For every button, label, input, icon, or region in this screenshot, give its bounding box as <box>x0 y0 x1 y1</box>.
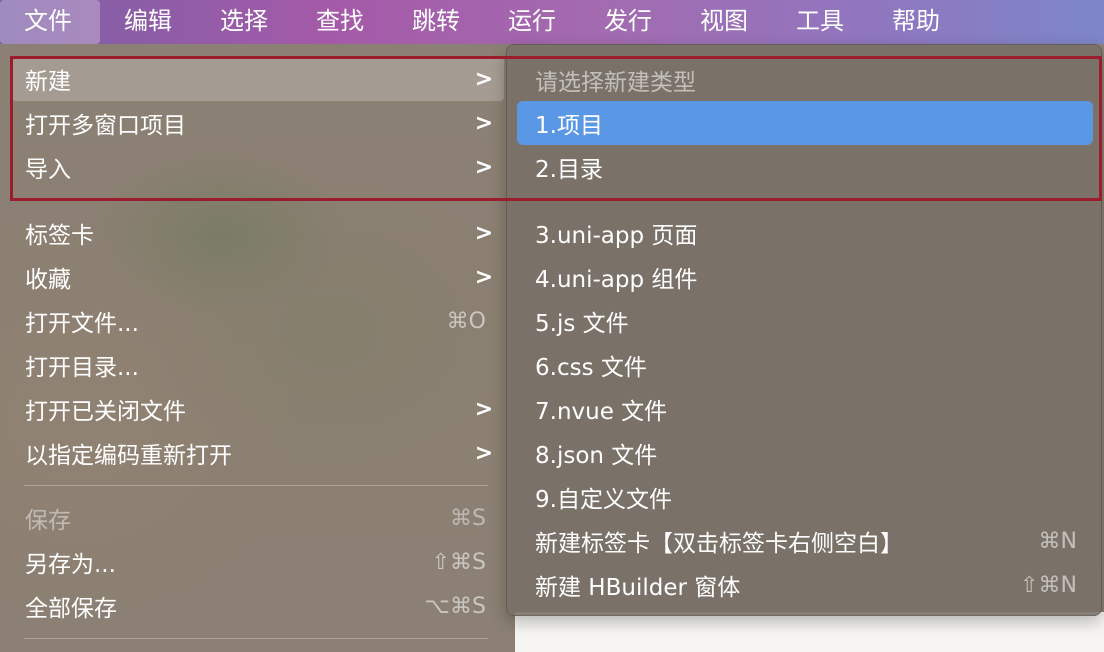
submenu-item-label: 2.目录 <box>535 157 603 183</box>
chevron-right-icon: > <box>474 220 494 246</box>
menu-item-save-as[interactable]: 另存为... ⇧⌘S <box>12 540 504 584</box>
menu-item-label: 打开已关闭文件 <box>25 399 186 425</box>
menu-item-open-closed-file[interactable]: 打开已关闭文件 > <box>12 387 504 431</box>
menu-item-label: 以指定编码重新打开 <box>25 443 232 469</box>
submenu-item-uniapp-page[interactable]: 3.uni-app 页面 <box>517 211 1093 255</box>
menu-separator <box>24 638 488 639</box>
menubar-edit[interactable]: 编辑 <box>100 0 196 44</box>
submenu-item-custom-file[interactable]: 9.自定义文件 <box>517 475 1093 519</box>
file-menu: 新建 > 打开多窗口项目 > 导入 > 标签卡 > 收藏 > 打开文件... ⌘… <box>0 44 515 652</box>
menu-item-open-directory[interactable]: 打开目录... <box>12 343 504 387</box>
menubar-run[interactable]: 运行 <box>484 0 580 44</box>
menu-item-label: 打开文件... <box>25 311 139 337</box>
menubar-goto[interactable]: 跳转 <box>388 0 484 44</box>
menu-item-label: 标签卡 <box>25 223 94 249</box>
menubar-select[interactable]: 选择 <box>196 0 292 44</box>
chevron-right-icon: > <box>474 110 494 136</box>
menu-item-favorites[interactable]: 收藏 > <box>12 255 504 299</box>
shortcut-label: ⌘S <box>450 505 486 531</box>
submenu-item-json-file[interactable]: 8.json 文件 <box>517 431 1093 475</box>
menu-item-label: 收藏 <box>25 267 71 293</box>
chevron-right-icon: > <box>474 440 494 466</box>
menu-item-label: 保存 <box>25 508 71 534</box>
submenu-item-project[interactable]: 1.项目 <box>517 101 1093 145</box>
menu-item-label: 导入 <box>25 157 71 183</box>
chevron-right-icon: > <box>474 264 494 290</box>
submenu-separator <box>525 200 1085 201</box>
submenu-header-label: 请选择新建类型 <box>535 70 696 96</box>
chevron-right-icon: > <box>474 154 494 180</box>
menubar-find[interactable]: 查找 <box>292 0 388 44</box>
menubar-help[interactable]: 帮助 <box>868 0 964 44</box>
shortcut-label: ⇧⌘N <box>1020 572 1077 598</box>
menu-item-open-file[interactable]: 打开文件... ⌘O <box>12 299 504 343</box>
submenu-item-label: 9.自定义文件 <box>535 487 672 513</box>
menu-separator <box>24 199 488 200</box>
submenu-item-js-file[interactable]: 5.js 文件 <box>517 299 1093 343</box>
menubar-file[interactable]: 文件 <box>0 0 100 44</box>
menu-item-open-multi-window-project[interactable]: 打开多窗口项目 > <box>12 101 504 145</box>
submenu-item-label: 5.js 文件 <box>535 311 629 337</box>
menubar-publish[interactable]: 发行 <box>580 0 676 44</box>
submenu-item-label: 1.项目 <box>535 113 603 139</box>
submenu-item-uniapp-component[interactable]: 4.uni-app 组件 <box>517 255 1093 299</box>
submenu-item-label: 8.json 文件 <box>535 443 658 469</box>
menu-item-label: 打开目录... <box>25 355 139 381</box>
shortcut-label: ⇧⌘S <box>431 549 486 575</box>
submenu-item-label: 新建 HBuilder 窗体 <box>535 575 741 601</box>
submenu-item-new-tab[interactable]: 新建标签卡【双击标签卡右侧空白】 ⌘N <box>517 519 1093 563</box>
shortcut-label: ⌘O <box>446 308 486 334</box>
shortcut-label: ⌥⌘S <box>424 593 486 619</box>
menu-bar: 文件 编辑 选择 查找 跳转 运行 发行 视图 工具 帮助 <box>0 0 1104 44</box>
new-submenu: 请选择新建类型 1.项目 2.目录 3.uni-app 页面 4.uni-app… <box>506 44 1102 616</box>
menu-item-label: 另存为... <box>25 552 116 578</box>
submenu-header: 请选择新建类型 <box>517 58 1093 102</box>
menubar-view[interactable]: 视图 <box>676 0 772 44</box>
chevron-right-icon: > <box>474 66 494 92</box>
menu-item-label: 新建 <box>25 69 71 95</box>
submenu-item-label: 3.uni-app 页面 <box>535 223 698 249</box>
menu-item-import[interactable]: 导入 > <box>12 145 504 189</box>
submenu-item-label: 新建标签卡【双击标签卡右侧空白】 <box>535 531 903 557</box>
submenu-item-label: 4.uni-app 组件 <box>535 267 698 293</box>
menu-item-label: 全部保存 <box>25 596 117 622</box>
submenu-item-label: 6.css 文件 <box>535 355 647 381</box>
menu-item-save-all[interactable]: 全部保存 ⌥⌘S <box>12 584 504 628</box>
submenu-item-css-file[interactable]: 6.css 文件 <box>517 343 1093 387</box>
submenu-item-directory[interactable]: 2.目录 <box>517 145 1093 189</box>
menu-item-reopen-with-encoding[interactable]: 以指定编码重新打开 > <box>12 431 504 475</box>
menu-item-save[interactable]: 保存 ⌘S <box>12 496 504 540</box>
submenu-item-nvue-file[interactable]: 7.nvue 文件 <box>517 387 1093 431</box>
menu-item-new[interactable]: 新建 > <box>12 57 504 101</box>
menubar-tools[interactable]: 工具 <box>772 0 868 44</box>
submenu-item-label: 7.nvue 文件 <box>535 399 668 425</box>
menu-item-label: 打开多窗口项目 <box>25 113 186 139</box>
menu-separator <box>24 485 488 486</box>
window-background <box>515 612 1104 652</box>
menu-item-tabs[interactable]: 标签卡 > <box>12 211 504 255</box>
chevron-right-icon: > <box>474 396 494 422</box>
shortcut-label: ⌘N <box>1038 528 1077 554</box>
submenu-item-new-hbuilder-window[interactable]: 新建 HBuilder 窗体 ⇧⌘N <box>517 563 1093 607</box>
